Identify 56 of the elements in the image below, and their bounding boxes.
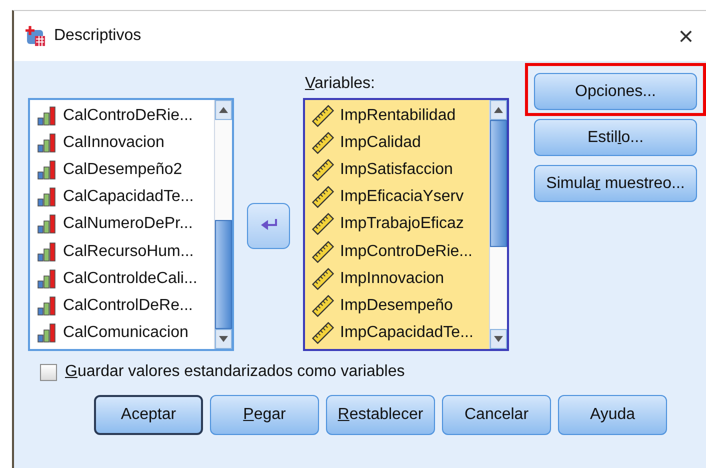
- variable-item[interactable]: ImpControDeRie...: [340, 242, 472, 261]
- checkbox-label[interactable]: Guardar valores estandarizados como variables: [65, 363, 405, 381]
- variable-item[interactable]: CalControDeRie...: [63, 106, 193, 125]
- variable-item[interactable]: ImpRentabilidad: [340, 106, 456, 125]
- scrollbar[interactable]: [214, 100, 232, 349]
- variable-item[interactable]: ImpTrabajoEficaz: [340, 215, 464, 234]
- table-icon: [24, 25, 46, 47]
- bar-chart-icon: [37, 268, 57, 289]
- checkbox[interactable]: [40, 364, 57, 380]
- variable-item[interactable]: CalDesempeño2: [63, 160, 182, 179]
- up-triangle-icon: [219, 107, 228, 113]
- bar-chart-icon: [37, 323, 57, 344]
- bar-chart-icon: [37, 296, 57, 316]
- dialog-button[interactable]: Opciones...: [534, 73, 697, 110]
- bar-chart-icon: [37, 106, 57, 126]
- variable-item[interactable]: ImpDesempeño: [340, 296, 453, 315]
- scroll-up-button[interactable]: [490, 100, 507, 120]
- variable-item[interactable]: ImpInnovacion: [340, 270, 444, 288]
- dialog-button[interactable]: Pegar: [210, 395, 319, 435]
- dialog-button[interactable]: Estillo...: [534, 119, 697, 156]
- variable-item[interactable]: ImpSatisfaccion: [340, 160, 453, 179]
- dialog-button[interactable]: Cancelar: [442, 395, 551, 435]
- dialog-button[interactable]: Ayuda: [558, 395, 667, 435]
- bar-chart-icon: [37, 160, 57, 180]
- dialog-button[interactable]: Aceptar: [94, 395, 203, 435]
- dialog-button[interactable]: Simular muestreo...: [534, 165, 697, 202]
- variable-item[interactable]: ImpCalidad: [340, 134, 421, 152]
- variable-item[interactable]: CalControlDeRe...: [63, 296, 193, 315]
- down-triangle-icon: [219, 336, 228, 342]
- source-variable-list[interactable]: CalControDeRie... CalInnovacion CalDesempeño2 CalCapacidadTe... CalNumeroDePr... CalRecursoHum... CalControldeCali... CalControlDeRe... CalComunicacion: [28, 98, 234, 351]
- up-triangle-icon: [494, 107, 503, 113]
- variable-item[interactable]: CalInnovacion: [63, 134, 164, 152]
- variable-item[interactable]: CalCapacidadTe...: [63, 188, 194, 206]
- close-button[interactable]: ×: [666, 20, 706, 52]
- scroll-down-button[interactable]: [490, 329, 507, 349]
- move-button[interactable]: [247, 203, 290, 249]
- bar-chart-icon: [37, 132, 57, 153]
- dialog-button[interactable]: Restablecer: [326, 395, 435, 435]
- scroll-thumb[interactable]: [490, 120, 507, 247]
- scroll-up-button[interactable]: [215, 100, 232, 120]
- variable-item[interactable]: CalComunicacion: [63, 324, 188, 342]
- down-triangle-icon: [494, 336, 503, 342]
- variable-item[interactable]: ImpEficaciaYserv: [340, 188, 464, 206]
- bar-chart-icon: [37, 242, 57, 262]
- window-title: Descriptivos: [54, 27, 142, 45]
- variables-list[interactable]: ImpRentabilidad ImpCalidad ImpSatisfaccion ImpEficaciaYserv ImpTrabajoEficaz ImpControDeRie... ImpInnovacion ImpDesempeño ImpCapacidadTe...: [303, 98, 509, 351]
- bar-chart-icon: [37, 214, 57, 234]
- variable-item[interactable]: CalControldeCali...: [63, 270, 198, 288]
- scroll-thumb[interactable]: [215, 220, 232, 329]
- scrollbar[interactable]: [489, 100, 507, 349]
- variables-label: Variables:: [305, 74, 376, 94]
- variable-item[interactable]: CalRecursoHum...: [63, 242, 194, 261]
- scroll-down-button[interactable]: [215, 329, 232, 349]
- bar-chart-icon: [37, 187, 57, 208]
- variable-item[interactable]: ImpCapacidadTe...: [340, 324, 474, 342]
- variable-item[interactable]: CalNumeroDePr...: [63, 215, 193, 234]
